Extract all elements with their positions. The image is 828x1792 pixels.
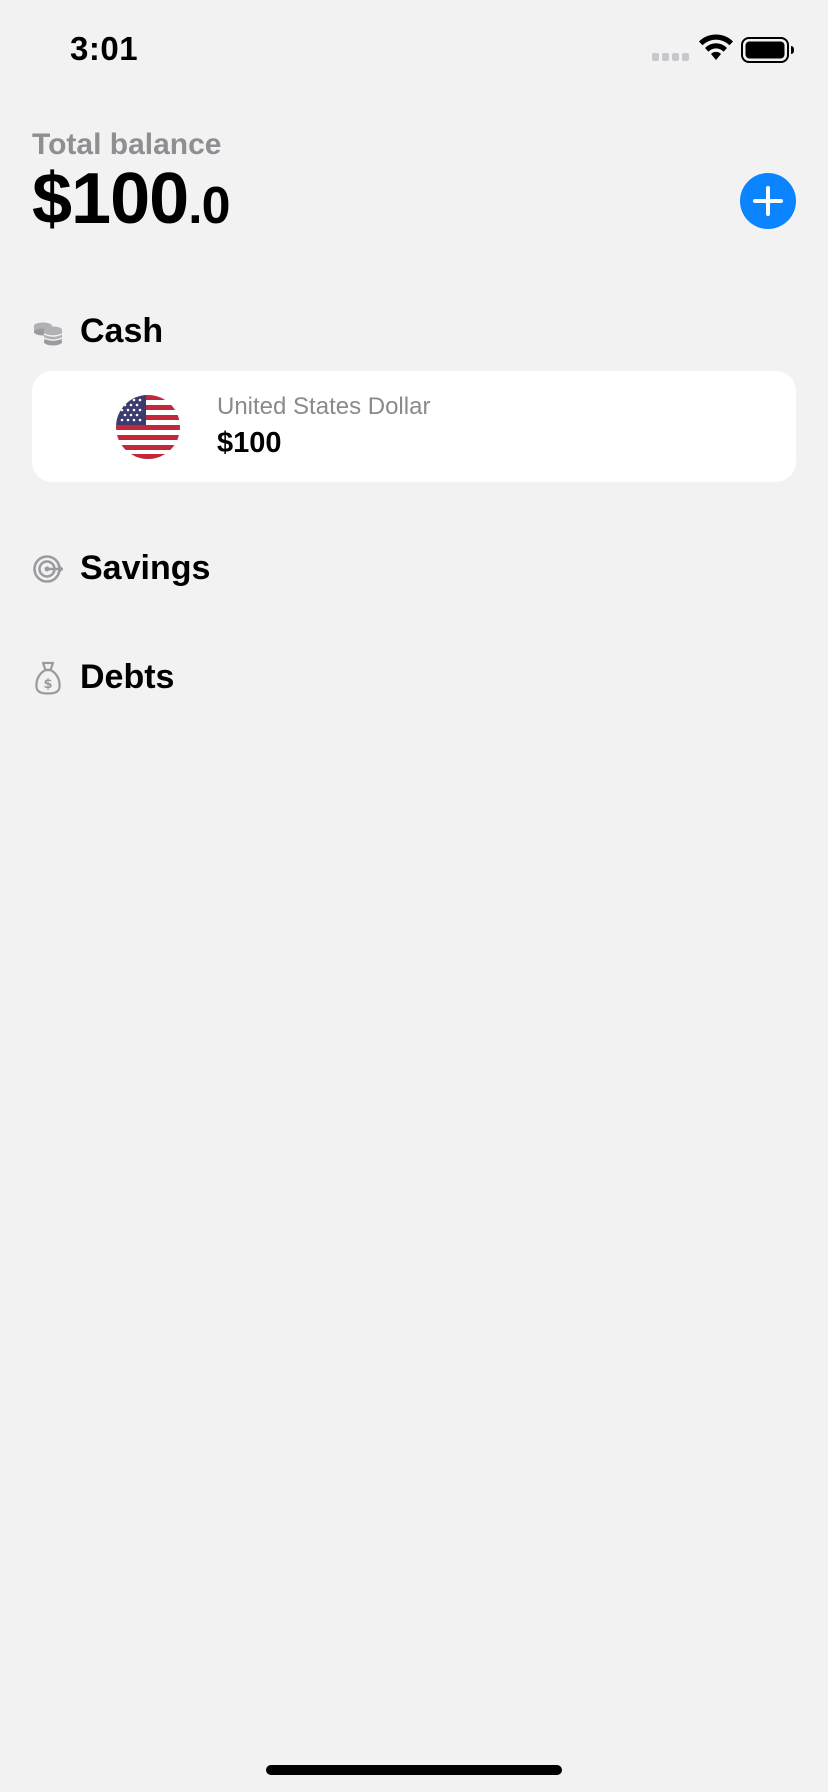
account-balance: $100 <box>217 427 282 459</box>
add-account-button[interactable] <box>740 173 796 229</box>
cash-section-header[interactable]: Cash <box>32 312 163 351</box>
coins-icon <box>32 316 64 348</box>
account-currency-name: United States Dollar <box>217 393 431 420</box>
savings-section-title: Savings <box>80 549 211 587</box>
total-balance-label: Total balance <box>32 128 222 161</box>
total-balance-main: $100 <box>32 159 189 239</box>
usd-account-card[interactable]: United States Dollar $100 <box>32 371 796 482</box>
us-flag-icon <box>116 395 180 459</box>
target-icon <box>32 553 64 585</box>
status-time: 3:01 <box>70 30 139 67</box>
cellular-signal-icon <box>652 53 689 61</box>
total-balance-amount: $100.0 <box>32 159 231 239</box>
status-bar: 3:01 <box>0 0 828 100</box>
cash-section-title: Cash <box>80 312 164 350</box>
money-bag-icon: $ <box>32 661 64 695</box>
home-indicator[interactable] <box>266 1765 562 1775</box>
savings-section-header[interactable]: Savings <box>32 549 210 588</box>
plus-icon <box>753 186 783 216</box>
battery-icon <box>741 37 794 63</box>
wifi-icon <box>699 34 733 60</box>
debts-section-title: Debts <box>80 658 175 696</box>
svg-text:$: $ <box>43 677 52 692</box>
total-balance-cents: .0 <box>188 177 230 235</box>
debts-section-header[interactable]: $ Debts <box>32 658 174 697</box>
